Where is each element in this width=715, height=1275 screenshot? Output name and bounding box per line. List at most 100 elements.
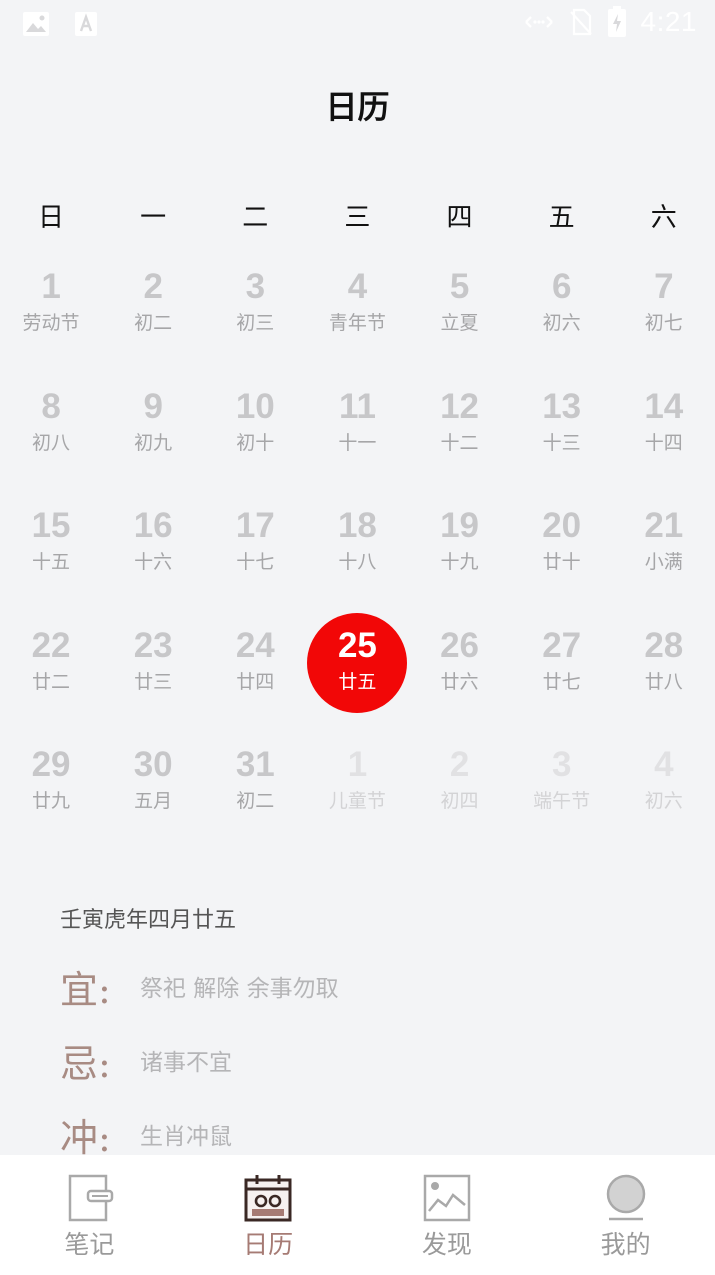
day-lunar-label: 劳动节 (22, 312, 80, 334)
day-number: 15 (31, 506, 71, 546)
calendar-day[interactable]: 29 廿九 (0, 736, 102, 836)
calendar-day[interactable]: 1 儿童节 (306, 736, 408, 836)
tab-calendar-label: 日历 (243, 1230, 294, 1259)
calendar-day[interactable]: 16 十六 (102, 497, 204, 597)
calendar-day[interactable]: 21 小满 (613, 497, 715, 597)
calendar-day[interactable]: 14 十四 (613, 378, 715, 478)
day-number: 26 (440, 625, 480, 665)
day-lunar-label: 廿六 (440, 670, 479, 693)
calendar-day[interactable]: 4 初六 (613, 736, 715, 836)
data-transfer-icon (524, 16, 553, 28)
day-number: 17 (235, 506, 275, 546)
tab-notes[interactable]: 笔记 (0, 1155, 179, 1275)
day-lunar-label: 初三 (236, 312, 275, 334)
day-lunar-label: 十三 (542, 431, 581, 454)
day-number: 13 (542, 386, 582, 426)
day-number: 16 (133, 506, 173, 546)
day-lunar-label: 初六 (542, 312, 581, 334)
tab-calendar[interactable]: 日历 (179, 1155, 358, 1275)
calendar-day[interactable]: 3 端午节 (511, 736, 613, 836)
day-number: 27 (542, 625, 582, 665)
page-title: 日历 (325, 88, 390, 126)
day-lunar-label: 十四 (644, 431, 683, 454)
tab-profile-label: 我的 (600, 1230, 651, 1259)
calendar-day[interactable]: 23 廿三 (102, 617, 204, 717)
status-time: 4:21 (640, 6, 697, 37)
calendar-day-selected[interactable]: 25 廿五 (306, 612, 408, 717)
calendar-day[interactable]: 26 廿六 (409, 617, 511, 717)
calendar-day[interactable]: 18 十八 (306, 497, 408, 597)
day-lunar-label: 十二 (440, 431, 479, 454)
day-lunar-label: 廿二 (32, 670, 71, 693)
calendar-day[interactable]: 17 十七 (204, 497, 306, 597)
calendar-day[interactable]: 30 五月 (102, 736, 204, 836)
calendar-week-row: 1 劳动节 2 初二 3 初三 4 青年节 5 立夏 6 初六 7 初七 (0, 258, 715, 378)
calendar-day[interactable]: 24 廿四 (204, 617, 306, 717)
day-number: 20 (542, 506, 582, 546)
tab-notes-label: 笔记 (64, 1230, 115, 1259)
day-number: 9 (143, 386, 163, 426)
day-number: 23 (133, 625, 173, 665)
calendar-day[interactable]: 9 初九 (102, 378, 204, 478)
calendar-day[interactable]: 3 初三 (204, 258, 306, 358)
calendar-day[interactable]: 7 初七 (613, 258, 715, 358)
calendar-day[interactable]: 27 廿七 (511, 617, 613, 717)
calendar-day[interactable]: 8 初八 (0, 378, 102, 478)
lunar-date: 壬寅虎年四月廿五 (60, 908, 237, 933)
calendar-day[interactable]: 2 初四 (409, 736, 511, 836)
calendar-day[interactable]: 6 初六 (511, 258, 613, 358)
tab-discover[interactable]: 发现 (358, 1155, 537, 1275)
day-lunar-label: 廿三 (134, 670, 173, 693)
calendar-day[interactable]: 1 劳动节 (0, 258, 102, 358)
day-number: 7 (654, 267, 674, 306)
day-number: 8 (41, 386, 61, 426)
day-lunar-label: 初六 (644, 790, 683, 813)
calendar-day[interactable]: 28 廿八 (613, 617, 715, 717)
calendar-day[interactable]: 22 廿二 (0, 617, 102, 717)
day-lunar-label: 立夏 (440, 312, 479, 334)
day-lunar-label: 初七 (644, 312, 683, 334)
day-lunar-label: 五月 (134, 790, 173, 813)
almanac-ji-value: 诸事不宜 (140, 1050, 232, 1076)
calendar-day[interactable]: 5 立夏 (409, 258, 511, 358)
day-number: 2 (143, 267, 163, 306)
almanac-panel: 壬寅虎年四月廿五 宜: 祭祀 解除 余事勿取 忌: 诸事不宜 冲: 生肖冲鼠 (60, 905, 680, 1171)
day-lunar-label: 初二 (134, 312, 173, 334)
day-lunar-label: 十八 (338, 551, 377, 574)
calendar-week-row: 29 廿九 30 五月 31 初二 1 儿童节 2 初四 3 端午节 4 初六 (0, 736, 715, 856)
calendar-day[interactable]: 13 十三 (511, 378, 613, 478)
calendar-day[interactable]: 19 十九 (409, 497, 511, 597)
day-lunar-label: 端午节 (533, 790, 591, 813)
day-number: 22 (31, 625, 71, 665)
calendar-day[interactable]: 10 初十 (204, 378, 306, 478)
calendar-day[interactable]: 15 十五 (0, 497, 102, 597)
calendar-day[interactable]: 12 十二 (409, 378, 511, 478)
day-lunar-label: 初八 (32, 431, 71, 454)
day-number: 4 (654, 745, 674, 785)
day-number: 1 (41, 267, 61, 306)
calendar-day[interactable]: 11 十一 (306, 378, 408, 478)
font-a-icon (75, 12, 97, 36)
day-lunar-label: 初四 (440, 790, 479, 813)
day-lunar-label: 廿五 (338, 670, 377, 693)
calendar-day[interactable]: 2 初二 (102, 258, 204, 358)
calendar-day[interactable]: 4 青年节 (306, 258, 408, 358)
weekday-label: 二 (242, 203, 269, 233)
tab-discover-label: 发现 (421, 1230, 472, 1259)
calendar-day[interactable]: 20 廿十 (511, 497, 613, 597)
calendar-day[interactable]: 31 初二 (204, 736, 306, 836)
bottom-tab-bar: 笔记 日历 发现 我的 (0, 1155, 715, 1275)
calendar-grid: 1 劳动节 2 初二 3 初三 4 青年节 5 立夏 6 初六 7 初七 8 初八 9 初九 10 初十 11 十一 12 十… (0, 258, 715, 856)
day-number: 21 (644, 506, 684, 546)
day-lunar-label: 初十 (236, 431, 275, 454)
tab-profile[interactable]: 我的 (536, 1155, 715, 1275)
no-sim-icon (569, 8, 592, 36)
image-icon (23, 12, 49, 36)
day-number: 24 (235, 625, 275, 665)
day-number: 3 (245, 267, 266, 306)
day-lunar-label: 儿童节 (328, 790, 386, 813)
calendar-week-row: 22 廿二 23 廿三 24 廿四 25 廿五 26 廿六 27 廿七 28 廿八 (0, 612, 715, 737)
day-number: 10 (235, 386, 275, 426)
weekday-label: 三 (344, 203, 371, 233)
weekday-label: 六 (650, 203, 677, 233)
